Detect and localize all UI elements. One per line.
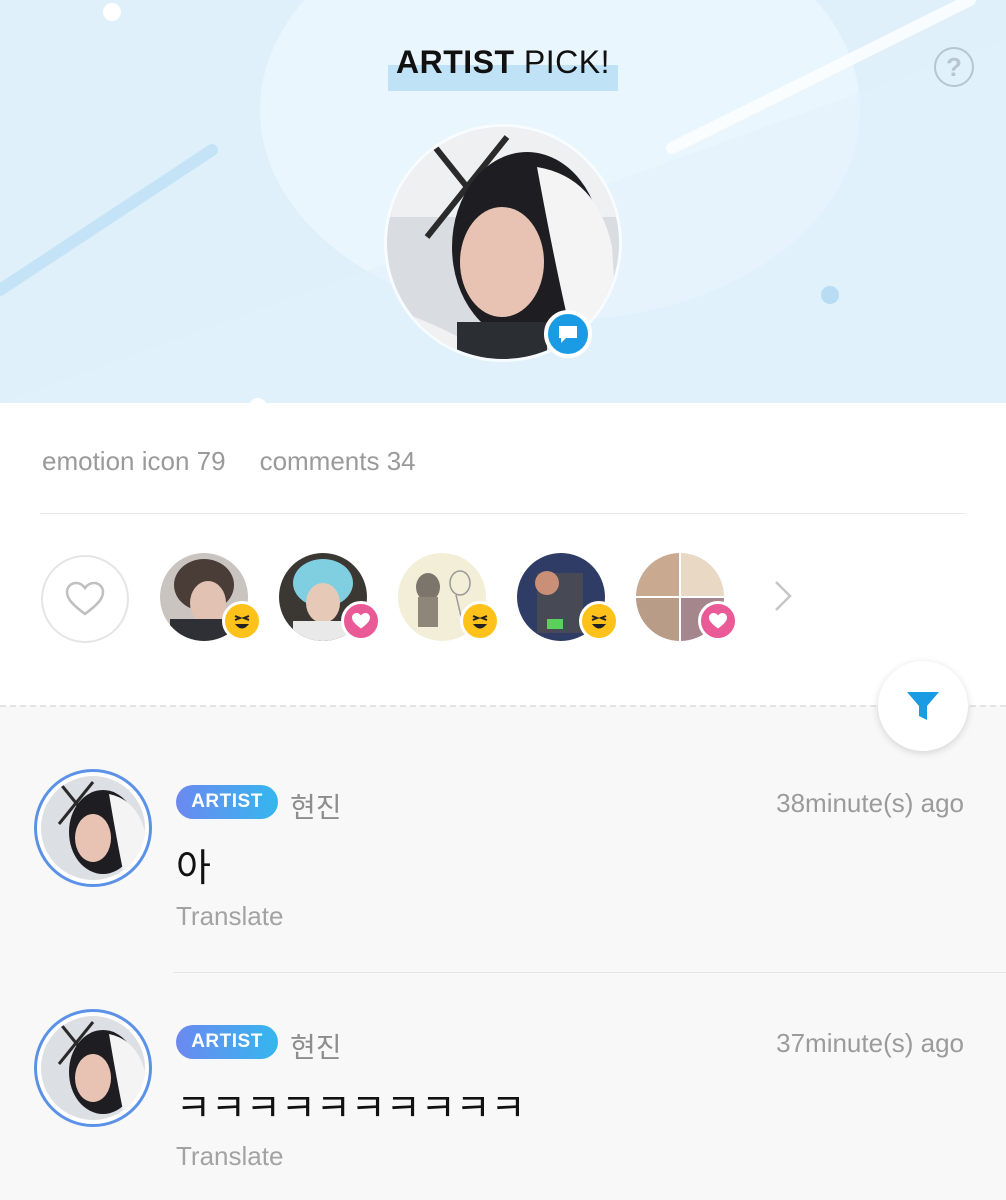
filter-button[interactable] (878, 661, 968, 751)
artist-badge: ARTIST (176, 1025, 278, 1059)
heart-icon (698, 601, 738, 641)
like-button[interactable] (41, 555, 129, 643)
comment-text: ㅋㅋㅋㅋㅋㅋㅋㅋㅋㅋ (176, 1088, 526, 1130)
comment-timestamp: 37minute(s) ago (776, 1028, 964, 1058)
question-icon: ? (946, 51, 962, 82)
comment-author[interactable]: 현진 (290, 1026, 342, 1066)
stats-row: emotion icon 79 comments 34 (42, 446, 416, 477)
chat-badge (544, 310, 592, 358)
heart-icon (341, 601, 381, 641)
filter-icon (907, 692, 939, 720)
reactor-avatar[interactable] (160, 553, 262, 641)
emotion-count[interactable]: emotion icon 79 (42, 446, 226, 477)
comment-avatar[interactable] (34, 1009, 152, 1127)
comment-divider (174, 972, 1006, 973)
comment-author[interactable]: 현진 (290, 786, 342, 826)
reactor-avatar[interactable] (636, 553, 738, 641)
title-rest: PICK! (514, 44, 610, 80)
comment-timestamp: 38minute(s) ago (776, 788, 964, 818)
translate-button[interactable]: Translate (176, 1141, 283, 1172)
divider (40, 513, 966, 514)
comment-count[interactable]: comments 34 (260, 446, 416, 477)
laughing-face-icon (222, 601, 262, 641)
artist-badge: ARTIST (176, 785, 278, 819)
comment-text: 아 (176, 848, 211, 890)
laughing-face-icon (579, 601, 619, 641)
heart-outline-icon (65, 581, 105, 616)
title-bold: ARTIST (395, 44, 515, 80)
chevron-right-icon[interactable] (770, 578, 796, 614)
help-button[interactable]: ? (934, 47, 974, 87)
reactor-avatar[interactable] (517, 553, 619, 641)
comment-avatar[interactable] (34, 769, 152, 887)
title-highlight: ARTIST PICK! (387, 44, 619, 91)
page-title: ARTIST PICK! (0, 44, 1006, 91)
reactor-avatar[interactable] (279, 553, 381, 641)
artist-pick-banner: ARTIST PICK! ? (0, 0, 1006, 403)
translate-button[interactable]: Translate (176, 901, 283, 932)
reactor-avatar[interactable] (398, 553, 500, 641)
laughing-face-icon (460, 601, 500, 641)
chat-bubble-icon (559, 326, 577, 343)
